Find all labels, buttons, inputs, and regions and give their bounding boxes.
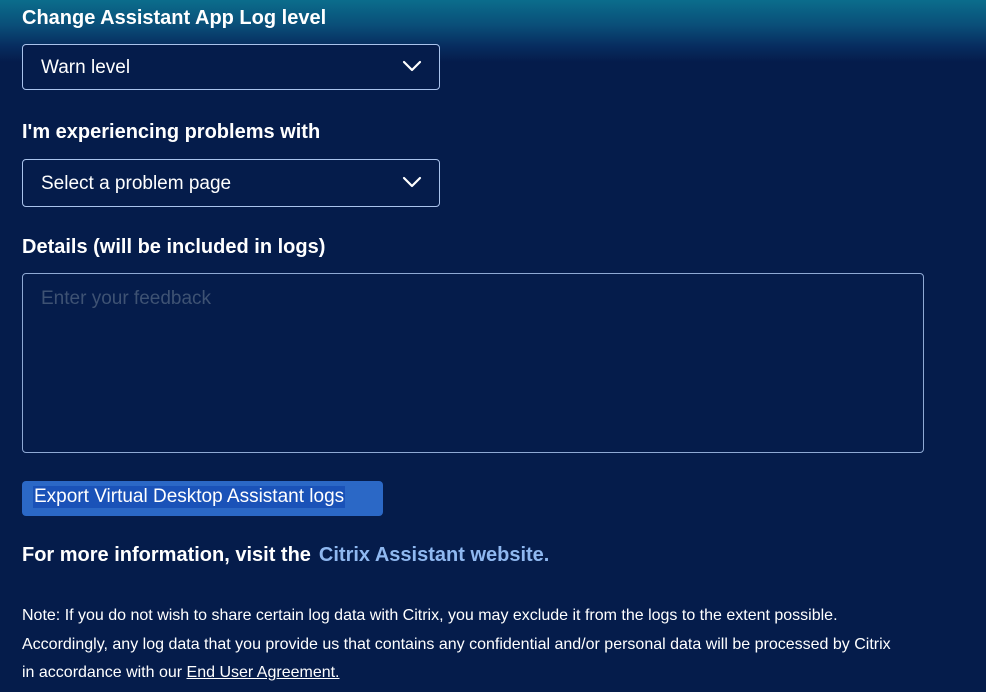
problem-page-value: Select a problem page <box>41 173 232 194</box>
log-level-label: Change Assistant App Log level <box>22 7 327 29</box>
note-line-2: Accordingly, any log data that you provi… <box>22 635 891 653</box>
log-level-select[interactable]: Warn level <box>22 44 440 90</box>
export-logs-button-label: Export Virtual Desktop Assistant logs <box>33 486 346 508</box>
end-user-agreement-link[interactable]: End User Agreement. <box>187 664 340 681</box>
citrix-assistant-website-link[interactable]: Citrix Assistant website. <box>319 544 549 566</box>
export-logs-button[interactable]: Export Virtual Desktop Assistant logs <box>22 481 383 516</box>
more-info-text: For more information, visit the <box>22 544 311 566</box>
details-label: Details (will be included in logs) <box>22 236 326 258</box>
chevron-down-icon <box>402 176 422 188</box>
more-info: For more information, visit the Citrix As… <box>22 544 549 567</box>
settings-panel: Change Assistant App Log level Warn leve… <box>0 0 986 692</box>
log-level-value: Warn level <box>41 57 131 78</box>
problem-page-select[interactable]: Select a problem page <box>22 159 440 207</box>
problem-label: I'm experiencing problems with <box>22 121 321 143</box>
privacy-note: Note: If you do not wish to share certai… <box>22 602 972 688</box>
chevron-down-icon <box>402 60 422 72</box>
details-textarea[interactable]: Enter your feedback <box>22 273 924 453</box>
details-placeholder: Enter your feedback <box>41 288 212 309</box>
note-line-3-prefix: in accordance with our <box>22 664 187 681</box>
note-line-3: in accordance with our End User Agreemen… <box>22 659 972 688</box>
note-line-1: Note: If you do not wish to share certai… <box>22 607 838 624</box>
